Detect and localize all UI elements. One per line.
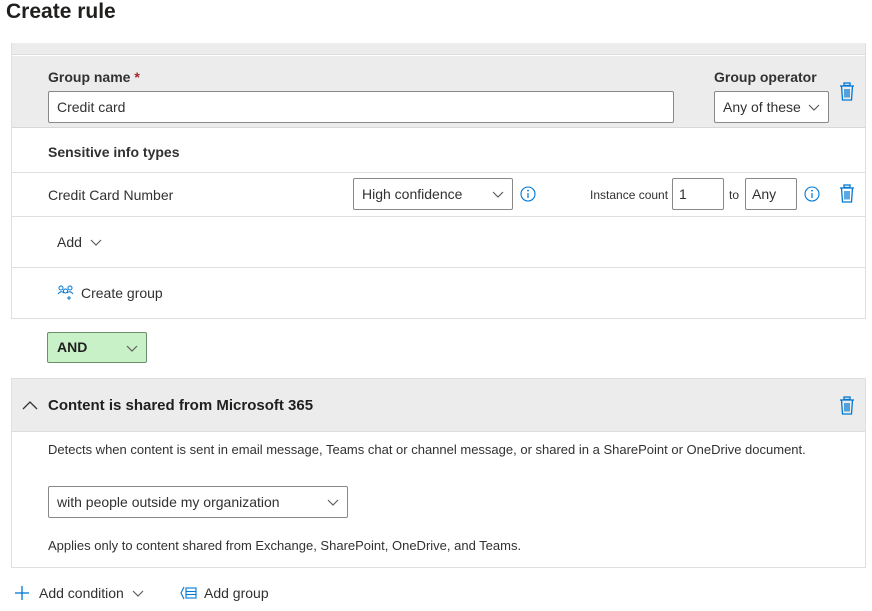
chevron-down-icon — [126, 345, 138, 352]
chevron-up-icon[interactable] — [22, 399, 38, 411]
chevron-down-icon — [808, 104, 820, 111]
add-group-icon — [180, 586, 197, 600]
add-button[interactable]: Add — [57, 234, 102, 250]
divider — [12, 267, 865, 268]
chevron-down-icon — [132, 590, 144, 597]
add-label: Add — [57, 234, 82, 250]
required-mark: * — [134, 69, 140, 85]
sensitive-info-type-name: Credit Card Number — [48, 187, 174, 203]
instance-count-label: Instance count — [590, 188, 669, 202]
delete-condition-icon[interactable] — [838, 396, 856, 416]
group-top-strip — [12, 43, 865, 55]
divider — [12, 216, 865, 217]
confidence-select[interactable]: High confidence — [353, 178, 513, 210]
group-name-label: Group name * — [48, 69, 140, 85]
sharing-scope-select[interactable]: with people outside my organization — [48, 486, 348, 518]
join-operator-value: AND — [57, 339, 88, 355]
add-condition-label: Add condition — [39, 585, 124, 601]
delete-item-icon[interactable] — [838, 184, 856, 204]
page-title: Create rule — [6, 0, 116, 23]
to-label: to — [729, 188, 740, 202]
chevron-down-icon — [492, 191, 504, 198]
group-name-label-text: Group name — [48, 69, 131, 85]
sensitive-info-types-label: Sensitive info types — [48, 144, 180, 160]
info-icon[interactable] — [804, 186, 820, 202]
chevron-down-icon — [90, 239, 102, 246]
group-operator-value: Any of these — [723, 99, 801, 115]
join-operator-select[interactable]: AND — [47, 332, 147, 363]
create-group-label: Create group — [81, 285, 163, 301]
plus-icon — [15, 586, 29, 600]
add-group-label: Add group — [204, 585, 269, 601]
divider — [12, 172, 865, 173]
group-operator-label: Group operator — [714, 69, 817, 85]
confidence-value: High confidence — [362, 186, 463, 202]
add-condition-button[interactable]: Add condition — [14, 585, 144, 601]
group-operator-select[interactable]: Any of these — [714, 91, 829, 123]
condition-note: Applies only to content shared from Exch… — [48, 538, 522, 553]
add-group-button[interactable]: Add group — [180, 585, 269, 601]
create-group-icon — [57, 285, 74, 300]
info-icon[interactable] — [520, 186, 536, 202]
instance-count-min-input[interactable]: 1 — [672, 178, 724, 210]
create-group-button[interactable]: Create group — [57, 285, 163, 301]
delete-group-icon[interactable] — [838, 82, 856, 102]
chevron-down-icon — [327, 499, 339, 506]
condition-description: Detects when content is sent in email me… — [48, 442, 806, 457]
group-name-input[interactable]: Credit card — [48, 91, 674, 123]
instance-count-max-input[interactable]: Any — [745, 178, 797, 210]
condition-title: Content is shared from Microsoft 365 — [48, 397, 314, 414]
sharing-scope-value: with people outside my organization — [57, 494, 280, 510]
